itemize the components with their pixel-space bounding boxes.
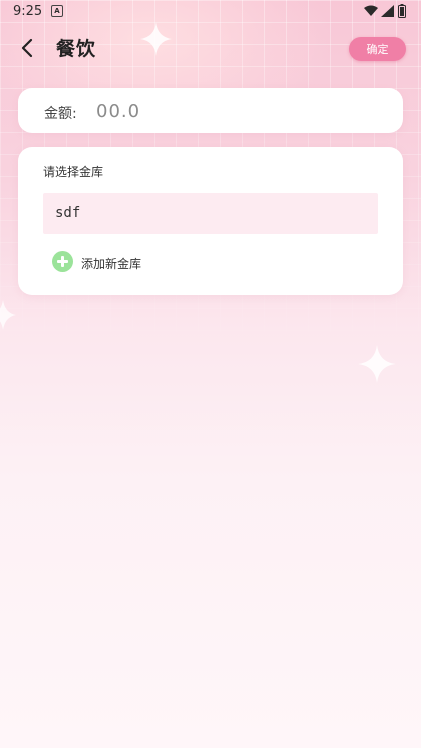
plus-circle-icon xyxy=(52,251,73,272)
amount-card: 金额: xyxy=(18,88,403,133)
status-time: 9:25 xyxy=(13,4,43,19)
add-vault-label: 添加新金库 xyxy=(81,257,142,271)
a-notification-icon: A xyxy=(51,5,63,17)
top-bar: 餐饮 确定 xyxy=(0,28,421,70)
amount-label: 金额: xyxy=(44,106,77,122)
vault-item[interactable]: sdf xyxy=(43,193,378,234)
battery-icon xyxy=(398,4,406,18)
chevron-left-icon[interactable] xyxy=(16,36,40,60)
sparkle-icon xyxy=(0,300,16,330)
status-bar: 9:25 A xyxy=(0,0,421,24)
page-title: 餐饮 xyxy=(56,38,97,60)
wifi-icon xyxy=(364,5,378,16)
vault-item-label: sdf xyxy=(55,205,81,221)
vault-heading: 请选择金库 xyxy=(43,165,104,179)
amount-input[interactable] xyxy=(94,98,378,124)
vault-card: 请选择金库 sdf 添加新金库 xyxy=(18,147,403,295)
signal-icon xyxy=(381,5,394,17)
sparkle-icon xyxy=(358,345,396,383)
confirm-button[interactable]: 确定 xyxy=(349,37,406,61)
